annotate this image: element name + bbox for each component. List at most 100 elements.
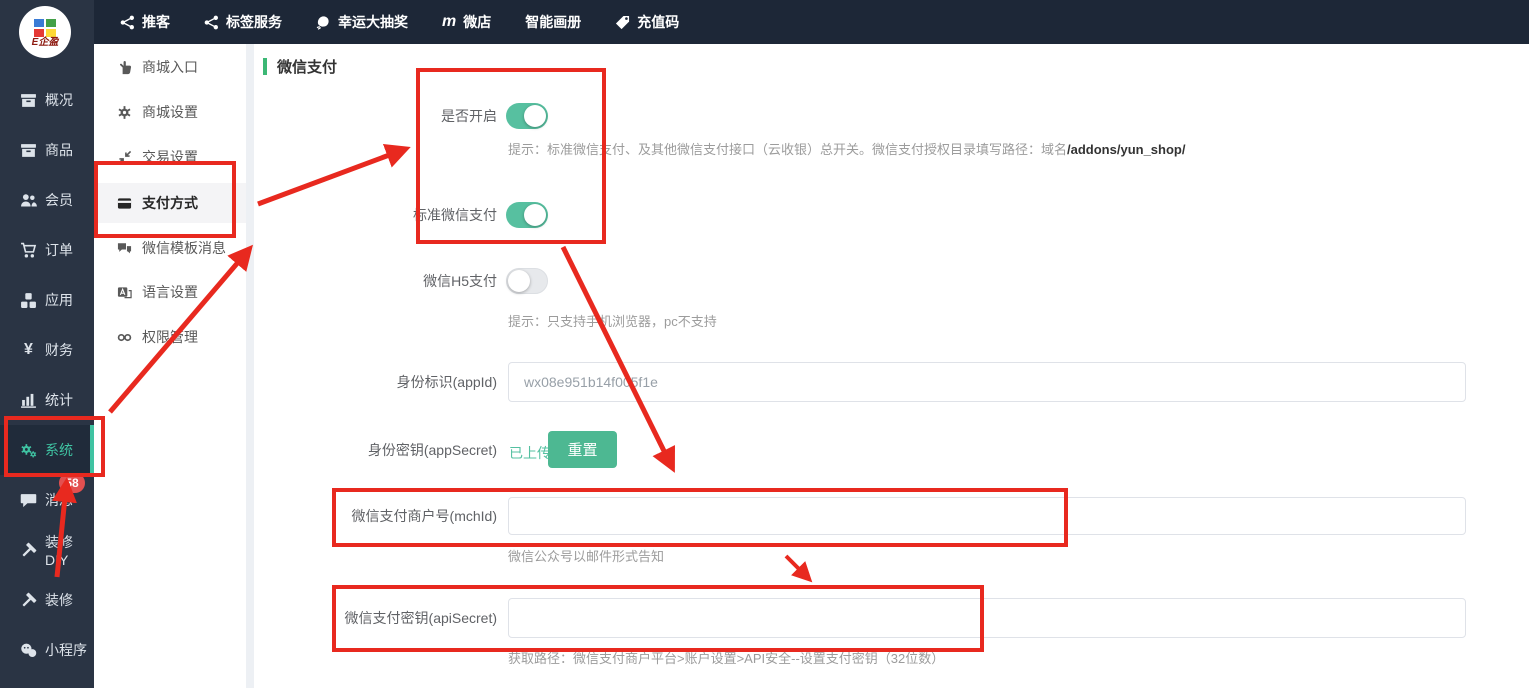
members-icon <box>20 192 37 209</box>
apps-icon <box>20 292 37 309</box>
h5-pay-toggle[interactable] <box>506 268 548 294</box>
share-icon <box>204 15 219 30</box>
page-title: 微信支付 <box>263 56 337 77</box>
sidebar-item-label: 概况 <box>45 90 73 110</box>
submenu-item-label: 交易设置 <box>142 147 198 167</box>
messages-badge: 58 <box>59 473 85 493</box>
sidebar-item-label: 装修DIY <box>45 532 94 568</box>
submenu-item-trade-settings[interactable]: 交易设置 <box>94 137 246 177</box>
submenu-item-label: 微信模板消息 <box>142 238 226 258</box>
reset-button[interactable]: 重置 <box>548 431 617 468</box>
topnav-label: 充值码 <box>637 12 679 32</box>
topnav-item-label-service[interactable]: 标签服务 <box>204 12 282 32</box>
logo-text: E企盈 <box>32 37 59 49</box>
mchid-input[interactable] <box>508 497 1466 535</box>
enable-hint-path: /addons/yun_shop/ <box>1067 142 1185 157</box>
topnav-item-tuike[interactable]: 推客 <box>120 12 170 32</box>
topnav-label: 推客 <box>142 12 170 32</box>
standard-pay-label: 标准微信支付 <box>254 205 497 225</box>
enable-label: 是否开启 <box>254 106 497 126</box>
trade-settings-icon <box>117 150 132 165</box>
lucky-draw-icon <box>316 15 331 30</box>
appsecret-uploaded-status: 已上传 <box>509 443 551 463</box>
decorate-icon <box>20 592 37 609</box>
topnav-item-smart-album[interactable]: 智能画册 <box>525 12 581 32</box>
mchid-label: 微信支付商户号(mchId) <box>254 506 497 526</box>
finance-icon: ¥ <box>20 341 37 359</box>
submenu-item-mall-settings[interactable]: 商城设置 <box>94 92 246 132</box>
share-icon <box>120 15 135 30</box>
sidebar-item-miniprogram[interactable]: 小程序 <box>0 625 94 675</box>
sidebar-item-members[interactable]: 会员 <box>0 175 94 225</box>
goods-icon <box>20 142 37 159</box>
enable-toggle[interactable] <box>506 103 548 129</box>
submenu-item-payment-method[interactable]: 支付方式 <box>94 183 246 223</box>
sidebar-item-apps[interactable]: 应用 <box>0 275 94 325</box>
topnav-item-weidian[interactable]: m 微店 <box>442 12 491 32</box>
mall-entrance-icon <box>117 60 132 75</box>
main-sidebar: E企盈 概况 商品 会员 订单 应用 ¥ 财务 统计 <box>0 0 94 688</box>
sidebar-item-label: 系统 <box>45 440 73 460</box>
submenu-item-permission[interactable]: 权限管理 <box>94 317 246 357</box>
sidebar-item-label: 消息 <box>45 490 73 510</box>
sidebar-item-goods[interactable]: 商品 <box>0 125 94 175</box>
topnav-label: 幸运大抽奖 <box>338 12 408 32</box>
submenu-item-language-settings[interactable]: 语言设置 <box>94 272 246 312</box>
sidebar-item-label: 小程序 <box>45 640 87 660</box>
wechat-pay-settings-panel: 微信支付 是否开启 提示：标准微信支付、及其他微信支付接口（云收银）总开关。微信… <box>254 44 1529 688</box>
apisecret-input[interactable] <box>508 598 1466 638</box>
submenu-item-label: 权限管理 <box>142 327 198 347</box>
logo: E企盈 <box>19 6 71 58</box>
weidian-m-icon: m <box>442 14 456 30</box>
system-gears-icon <box>20 442 37 459</box>
h5-hint: 提示：只支持手机浏览器，pc不支持 <box>508 311 717 330</box>
submenu-item-mall-entrance[interactable]: 商城入口 <box>94 47 246 87</box>
sidebar-item-system[interactable]: 系统 <box>0 425 94 475</box>
topnav-item-recharge-code[interactable]: 充值码 <box>615 12 679 32</box>
sidebar-item-label: 装修 <box>45 590 73 610</box>
sidebar-item-label: 商品 <box>45 140 73 160</box>
sidebar-item-label: 会员 <box>45 190 73 210</box>
h5-pay-label: 微信H5支付 <box>254 271 497 291</box>
submenu-item-label: 商城入口 <box>142 57 198 77</box>
app-window: 推客 标签服务 幸运大抽奖 m 微店 智能画册 充值码 E企盈 <box>0 0 1529 688</box>
logo-mark <box>34 19 56 37</box>
sidebar-item-decorate[interactable]: 装修 <box>0 575 94 625</box>
enable-hint-text: 提示：标准微信支付、及其他微信支付接口（云收银）总开关。微信支付授权目录填写路径… <box>508 142 1067 157</box>
apisecret-hint: 获取路径：微信支付商户平台>账户设置>API安全--设置支付密钥（32位数） <box>508 648 944 667</box>
miniprogram-icon <box>20 642 37 659</box>
page-title-text: 微信支付 <box>277 56 337 77</box>
appid-label: 身份标识(appId) <box>254 372 497 392</box>
sidebar-item-orders[interactable]: 订单 <box>0 225 94 275</box>
payment-method-icon <box>117 196 132 211</box>
submenu-item-wechat-template[interactable]: 微信模板消息 <box>94 228 246 268</box>
appsecret-label: 身份密钥(appSecret) <box>254 440 497 460</box>
panel-divider <box>246 44 254 688</box>
sidebar-item-finance[interactable]: ¥ 财务 <box>0 325 94 375</box>
submenu-item-label: 商城设置 <box>142 102 198 122</box>
sidebar-item-label: 统计 <box>45 390 73 410</box>
sidebar-item-stats[interactable]: 统计 <box>0 375 94 425</box>
tag-icon <box>615 15 630 30</box>
apisecret-label: 微信支付密钥(apiSecret) <box>254 608 497 628</box>
sidebar-item-label: 订单 <box>45 240 73 260</box>
topnav-label: 智能画册 <box>525 12 581 32</box>
permission-icon <box>117 330 132 345</box>
sidebar-item-decorate-diy[interactable]: 装修DIY <box>0 525 94 575</box>
wechat-template-icon <box>117 241 132 256</box>
system-submenu: 商城入口 商城设置 交易设置 支付方式 微信模板消息 语言设置 权限管理 <box>94 44 246 688</box>
enable-hint: 提示：标准微信支付、及其他微信支付接口（云收银）总开关。微信支付授权目录填写路径… <box>508 139 1185 158</box>
title-accent-bar <box>263 58 267 75</box>
topnav-label: 微店 <box>463 12 491 32</box>
sidebar-item-label: 应用 <box>45 290 73 310</box>
mall-settings-icon <box>117 105 132 120</box>
messages-icon <box>20 492 37 509</box>
standard-pay-toggle[interactable] <box>506 202 548 228</box>
submenu-item-label: 支付方式 <box>142 193 198 213</box>
sidebar-item-overview[interactable]: 概况 <box>0 75 94 125</box>
sidebar-item-label: 财务 <box>45 340 73 360</box>
overview-icon <box>20 92 37 109</box>
top-navbar: 推客 标签服务 幸运大抽奖 m 微店 智能画册 充值码 <box>0 0 1529 44</box>
appid-input[interactable] <box>508 362 1466 402</box>
topnav-item-lucky-draw[interactable]: 幸运大抽奖 <box>316 12 408 32</box>
